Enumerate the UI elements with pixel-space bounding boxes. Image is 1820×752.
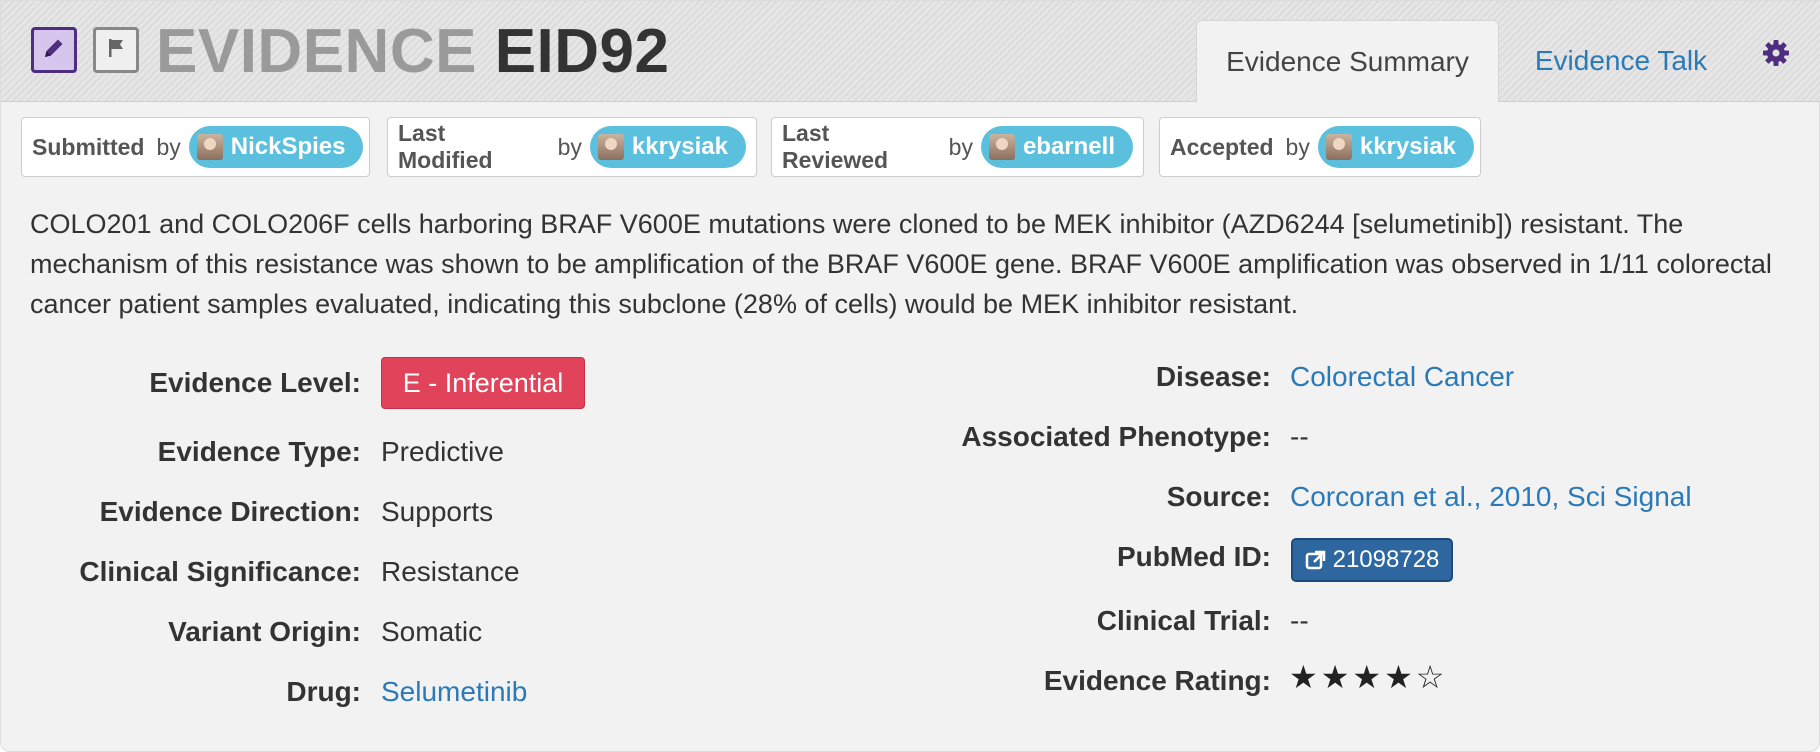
pubmed-id-value: 21098728 bbox=[1332, 546, 1440, 573]
evidence-level-value: E - Inferential bbox=[402, 367, 564, 398]
avatar bbox=[196, 134, 223, 160]
title-prefix: EVIDENCE bbox=[156, 17, 477, 86]
tab-evidence-summary-label: Evidence Summary bbox=[1226, 45, 1469, 77]
pubmed-button[interactable]: 21098728 bbox=[1291, 538, 1453, 582]
gear-icon[interactable] bbox=[1760, 37, 1792, 69]
attribution-by: by bbox=[1285, 133, 1310, 160]
edit-button[interactable] bbox=[31, 27, 77, 73]
attribution-label: Accepted bbox=[1170, 133, 1274, 160]
user-badge[interactable]: kkrysiak bbox=[589, 126, 746, 168]
attribution-by: by bbox=[557, 133, 582, 160]
evidence-description: COLO201 and COLO206F cells harboring BRA… bbox=[30, 209, 1772, 319]
clinical-trial-label: Clinical Trial: bbox=[1096, 605, 1271, 636]
avatar bbox=[988, 134, 1015, 160]
attribution-by: by bbox=[156, 133, 181, 160]
tab-evidence-summary[interactable]: Evidence Summary bbox=[1196, 20, 1499, 102]
evidence-header: EVIDENCE EID92 Evidence Summary Evidence… bbox=[1, 1, 1820, 102]
user-name: ebarnell bbox=[1022, 133, 1115, 160]
attribution-label: Submitted bbox=[32, 133, 145, 160]
avatar bbox=[597, 134, 624, 160]
clinical-significance-label: Clinical Significance: bbox=[79, 556, 361, 587]
evidence-type-label: Evidence Type: bbox=[157, 436, 361, 467]
attribution-by: by bbox=[948, 133, 973, 160]
drug-label: Drug: bbox=[286, 676, 361, 707]
evidence-rating-label: Evidence Rating: bbox=[1043, 665, 1271, 696]
user-badge[interactable]: ebarnell bbox=[980, 126, 1133, 168]
title-id: EID92 bbox=[494, 17, 670, 86]
associated-phenotype-label: Associated Phenotype: bbox=[961, 421, 1271, 452]
disease-link[interactable]: Colorectal Cancer bbox=[1290, 361, 1514, 393]
attribution-label: Last Modified bbox=[398, 120, 493, 173]
clinical-significance-value: Resistance bbox=[381, 556, 520, 587]
attribution-label: Last Reviewed bbox=[782, 120, 889, 173]
evidence-type-value: Predictive bbox=[381, 436, 504, 467]
evidence-direction-value: Supports bbox=[381, 496, 494, 527]
source-label: Source: bbox=[1166, 481, 1271, 512]
avatar bbox=[1325, 134, 1352, 160]
user-badge[interactable]: NickSpies bbox=[188, 126, 364, 168]
user-name: kkrysiak bbox=[631, 133, 728, 160]
variant-origin-value: Somatic bbox=[381, 616, 483, 647]
disease-label: Disease: bbox=[1155, 361, 1271, 392]
attribution-submitted: Submitted by NickSpies bbox=[21, 117, 370, 177]
flag-button[interactable] bbox=[93, 27, 139, 73]
associated-phenotype-value: -- bbox=[1290, 421, 1309, 452]
external-link-icon bbox=[1305, 549, 1327, 571]
user-name: NickSpies bbox=[230, 133, 346, 160]
evidence-panel: EVIDENCE EID92 Evidence Summary Evidence… bbox=[0, 0, 1820, 752]
user-badge[interactable]: kkrysiak bbox=[1317, 126, 1474, 168]
flag-icon bbox=[104, 36, 128, 65]
attribution-last-reviewed: Last Reviewed by ebarnell bbox=[771, 117, 1144, 177]
page-title: EVIDENCE EID92 bbox=[156, 15, 670, 89]
pencil-icon bbox=[41, 35, 67, 66]
drug-link[interactable]: Selumetinib bbox=[381, 676, 527, 708]
attribution-accepted: Accepted by kkrysiak bbox=[1159, 117, 1481, 177]
source-link[interactable]: Corcoran et al., 2010, Sci Signal bbox=[1290, 481, 1692, 513]
evidence-rating-stars: ★★★★☆ bbox=[1289, 659, 1448, 695]
clinical-trial-value: -- bbox=[1290, 605, 1309, 636]
user-name: kkrysiak bbox=[1359, 133, 1456, 160]
tab-evidence-talk[interactable]: Evidence Talk bbox=[1521, 20, 1721, 102]
attribution-last-modified: Last Modified by kkrysiak bbox=[387, 117, 757, 177]
pubmed-id-label: PubMed ID: bbox=[1117, 541, 1271, 572]
evidence-direction-label: Evidence Direction: bbox=[99, 496, 361, 527]
variant-origin-label: Variant Origin: bbox=[168, 616, 361, 647]
evidence-level-label: Evidence Level: bbox=[149, 367, 361, 398]
evidence-level-badge[interactable]: E - Inferential bbox=[381, 357, 585, 409]
tab-evidence-talk-label: Evidence Talk bbox=[1534, 45, 1708, 76]
